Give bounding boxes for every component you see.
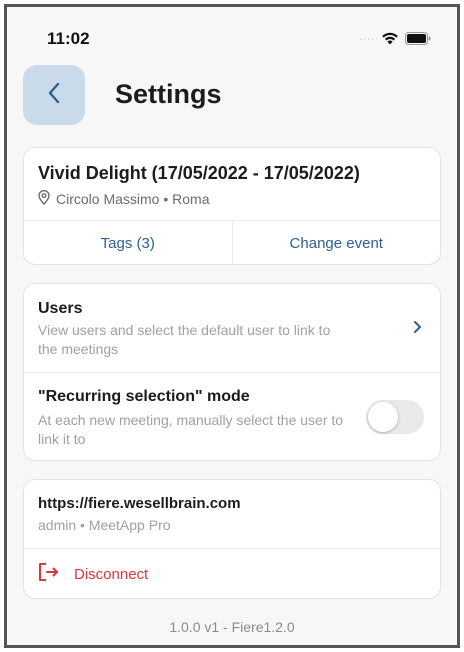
back-button[interactable]	[23, 65, 85, 125]
tags-button[interactable]: Tags (3)	[24, 220, 232, 264]
status-bar: 11:02 ....	[7, 7, 457, 67]
change-event-button[interactable]: Change event	[231, 220, 441, 264]
recurring-title: "Recurring selection" mode	[38, 388, 250, 405]
event-location-text: Circolo Massimo • Roma	[56, 191, 210, 207]
signal-icon: ....	[359, 32, 375, 43]
recurring-toggle[interactable]	[366, 400, 424, 434]
event-location: Circolo Massimo • Roma	[38, 189, 210, 208]
chevron-left-icon	[47, 82, 61, 109]
recurring-description: At each new meeting, manually select the…	[38, 412, 344, 447]
battery-icon	[405, 31, 431, 45]
users-row[interactable]: Users View users and select the default …	[24, 284, 440, 372]
wifi-icon	[381, 31, 399, 45]
divider	[24, 372, 440, 373]
location-pin-icon	[38, 189, 50, 208]
event-actions: Tags (3) Change event	[24, 220, 441, 264]
page-title: Settings	[115, 79, 222, 109]
account-meta: admin • MeetApp Pro	[38, 517, 171, 533]
account-url: https://fiere.wesellbrain.com	[38, 495, 241, 512]
account-card: https://fiere.wesellbrain.com admin • Me…	[23, 479, 441, 599]
users-description: View users and select the default user t…	[38, 322, 331, 357]
logout-icon	[38, 562, 60, 587]
users-card: Users View users and select the default …	[23, 283, 441, 461]
status-icons: ....	[360, 31, 431, 45]
disconnect-label: Disconnect	[74, 565, 149, 583]
chevron-right-icon	[413, 320, 422, 339]
users-title: Users	[38, 300, 83, 317]
toggle-knob	[368, 402, 398, 432]
app-frame: 11:02 .... Settings Vivid Delight (17/05…	[4, 4, 460, 648]
event-title: Vivid Delight (17/05/2022 - 17/05/2022)	[38, 163, 360, 183]
disconnect-button[interactable]: Disconnect	[24, 548, 440, 598]
event-card: Vivid Delight (17/05/2022 - 17/05/2022) …	[23, 147, 441, 265]
app-version: 1.0.0 v1 - Fiere1.2.0	[169, 619, 295, 635]
status-time: 11:02	[47, 29, 90, 48]
